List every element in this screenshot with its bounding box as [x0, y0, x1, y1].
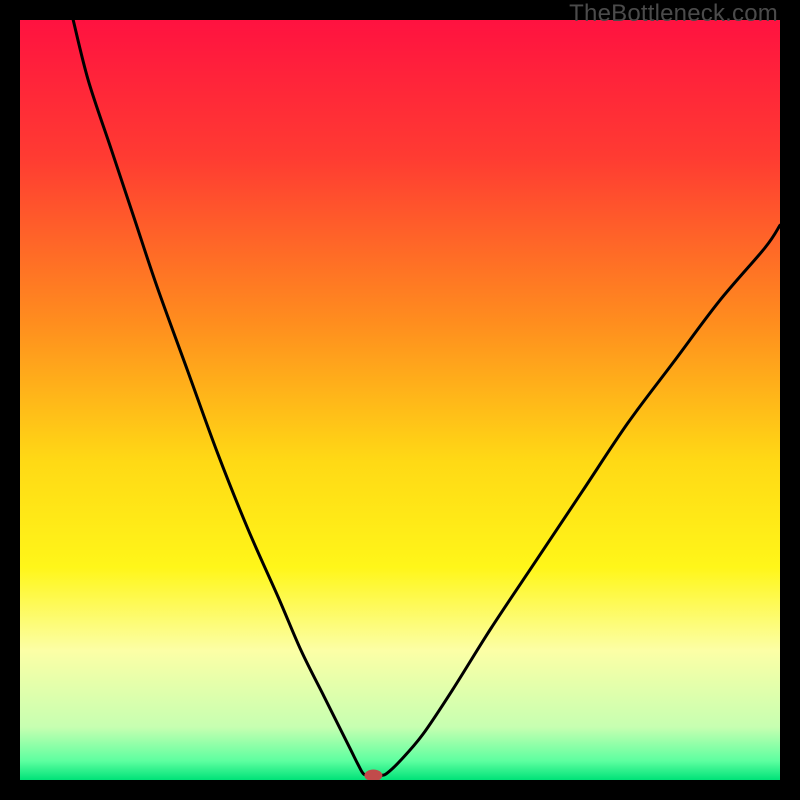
- chart-background: [20, 20, 780, 780]
- chart-frame: [20, 20, 780, 780]
- chart-svg: [20, 20, 780, 780]
- watermark-text: TheBottleneck.com: [569, 0, 778, 28]
